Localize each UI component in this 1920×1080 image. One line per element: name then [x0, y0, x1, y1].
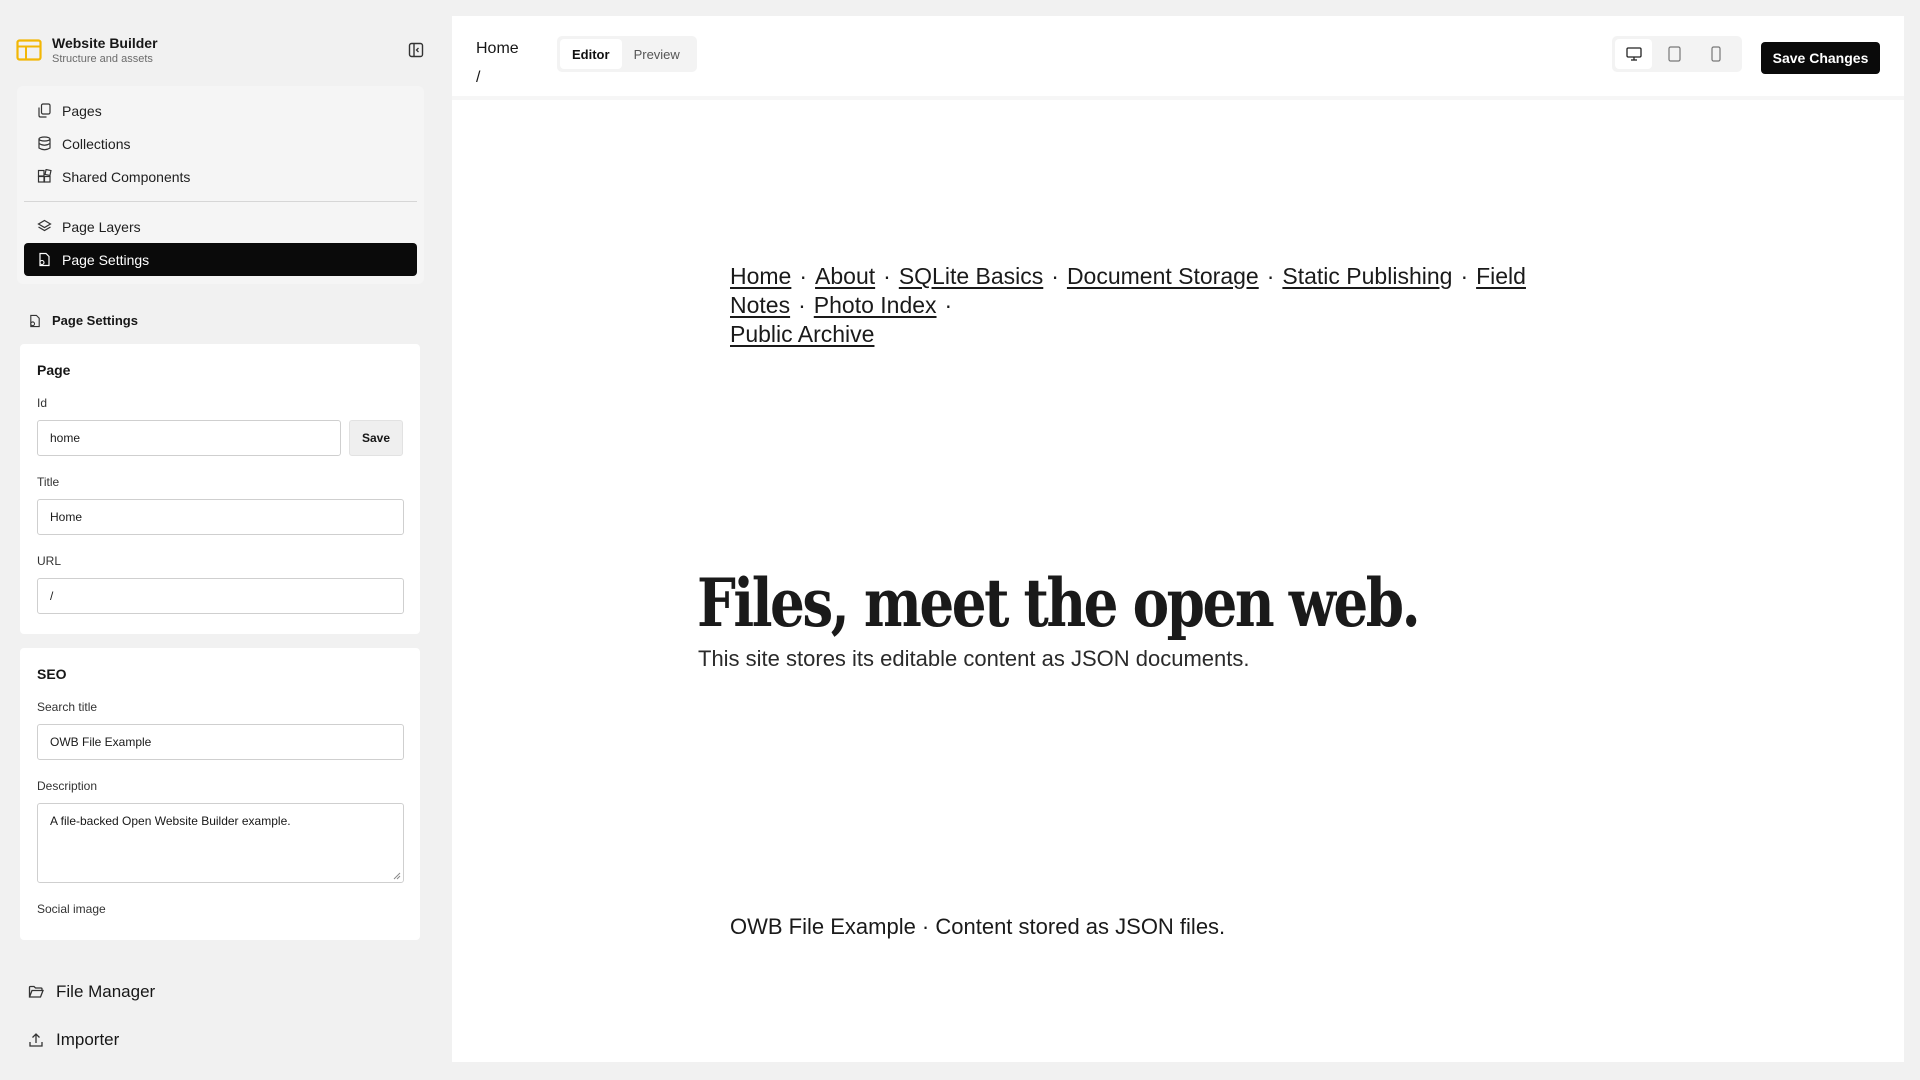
nav-link-public-archive[interactable]: Public Archive	[730, 321, 874, 347]
app-subtitle: Structure and assets	[52, 53, 153, 65]
desktop-view-button[interactable]	[1615, 39, 1653, 69]
sidebar-item-label: Collections	[62, 135, 131, 152]
sidebar-item-label: Shared Components	[62, 168, 191, 185]
site-footer[interactable]: OWB File Example · Content stored as JSO…	[730, 914, 1225, 940]
search-title-label: Search title	[37, 700, 98, 714]
hero-title[interactable]: Files, meet the open web.	[697, 564, 1421, 642]
editor-toolbar: Home / Editor Preview Save Changes	[452, 16, 1904, 100]
title-input[interactable]: Home	[37, 499, 404, 535]
layers-icon	[37, 219, 52, 232]
sidebar-item-page-settings[interactable]: Page Settings	[24, 243, 417, 276]
nav-separator: ·	[799, 263, 808, 289]
description-field-group: Description A file-backed Open Website B…	[37, 779, 404, 883]
database-icon	[38, 136, 51, 151]
sidebar-item-label: Page Layers	[62, 218, 141, 235]
sidebar-item-shared-components[interactable]: Shared Components	[24, 160, 417, 193]
hero-subtitle[interactable]: This site stores its editable content as…	[698, 646, 1249, 672]
importer-label: Importer	[56, 1030, 120, 1049]
smartphone-icon	[1711, 46, 1721, 62]
tablet-icon	[1668, 46, 1682, 62]
sidebar-toggle-icon	[408, 42, 424, 58]
save-id-button[interactable]: Save	[349, 420, 403, 456]
nav-separator: ·	[883, 263, 891, 289]
site-navigation: Home · About · SQLite Basics · Document Storag…	[730, 262, 1630, 349]
pages-icon	[38, 103, 51, 118]
editor-canvas: Home / Editor Preview Save Changes Home …	[452, 16, 1904, 1062]
file-manager-link[interactable]: File Manager	[28, 982, 155, 1002]
page-settings-icon	[30, 314, 40, 327]
sidebar: Website Builder Structure and assets Pag…	[0, 0, 444, 1080]
url-label: URL	[37, 554, 62, 568]
id-input[interactable]: home	[37, 420, 341, 456]
search-title-field-group: Search title OWB File Example	[37, 700, 404, 760]
social-image-field-group: Social image	[37, 902, 404, 916]
tablet-view-button[interactable]	[1656, 39, 1693, 69]
nav-link-home[interactable]: Home	[730, 263, 791, 289]
nav-separator: ·	[798, 292, 806, 318]
tab-preview[interactable]: Preview	[622, 39, 692, 69]
brand: Website Builder Structure and assets	[16, 30, 432, 70]
sidebar-item-collections[interactable]: Collections	[24, 127, 417, 160]
page-settings-icon	[39, 252, 50, 267]
page-panel: Page Id home Save Title Home URL /	[20, 344, 420, 634]
description-text: A file-backed Open Website Builder examp…	[50, 814, 291, 828]
nav-link-photo-index[interactable]: Photo Index	[814, 292, 937, 318]
id-label: Id	[37, 396, 48, 410]
sidebar-nav: Pages Collections Shared Components Page…	[17, 86, 424, 284]
url-field-group: URL /	[37, 554, 404, 614]
importer-link[interactable]: Importer	[28, 1030, 119, 1050]
seo-panel: SEO Search title OWB File Example Descri…	[20, 648, 420, 940]
tab-editor[interactable]: Editor	[560, 39, 622, 69]
panel-title: SEO	[37, 666, 67, 682]
sidebar-item-pages[interactable]: Pages	[24, 94, 417, 127]
id-field-group: Id home Save	[37, 396, 404, 456]
nav-link-document-storage[interactable]: Document Storage	[1067, 263, 1259, 289]
mobile-view-button[interactable]	[1698, 39, 1735, 69]
nav-link-sqlite-basics[interactable]: SQLite Basics	[899, 263, 1043, 289]
description-label: Description	[37, 779, 98, 793]
breadcrumb-path: /	[476, 69, 481, 86]
url-input[interactable]: /	[37, 578, 404, 614]
section-title: Page Settings	[52, 313, 138, 328]
sidebar-item-page-layers[interactable]: Page Layers	[24, 210, 417, 243]
panel-title: Page	[37, 362, 71, 378]
page-settings-heading: Page Settings	[28, 313, 138, 328]
nav-divider	[24, 201, 417, 202]
nav-separator: ·	[944, 292, 953, 318]
resize-grip-icon[interactable]	[393, 872, 401, 880]
title-field-group: Title Home	[37, 475, 404, 535]
nav-link-about[interactable]: About	[815, 263, 875, 289]
app-title: Website Builder	[52, 35, 158, 51]
title-label: Title	[37, 475, 60, 489]
search-title-input[interactable]: OWB File Example	[37, 724, 404, 760]
components-icon	[37, 169, 52, 183]
upload-icon	[29, 1033, 43, 1047]
layout-logo-icon	[16, 39, 42, 61]
nav-separator: ·	[1051, 263, 1059, 289]
description-textarea[interactable]: A file-backed Open Website Builder examp…	[37, 803, 404, 883]
monitor-icon	[1626, 47, 1642, 61]
nav-separator: ·	[1460, 263, 1469, 289]
sidebar-item-label: Pages	[62, 102, 102, 119]
mode-tabs: Editor Preview	[557, 36, 697, 72]
nav-separator: ·	[1266, 263, 1275, 289]
social-image-label: Social image	[37, 902, 106, 916]
breadcrumb-title: Home	[476, 40, 519, 57]
save-changes-button[interactable]: Save Changes	[1761, 42, 1880, 74]
collapse-sidebar-button[interactable]	[406, 40, 426, 60]
folder-icon	[28, 985, 44, 998]
page-breadcrumb: Home /	[476, 34, 519, 92]
device-switcher	[1612, 36, 1742, 72]
sidebar-item-label: Page Settings	[62, 251, 150, 268]
file-manager-label: File Manager	[56, 982, 156, 1001]
nav-link-static-publishing[interactable]: Static Publishing	[1282, 263, 1452, 289]
settings-scroll-area[interactable]: Page Id home Save Title Home URL / SEO S…	[20, 344, 420, 944]
